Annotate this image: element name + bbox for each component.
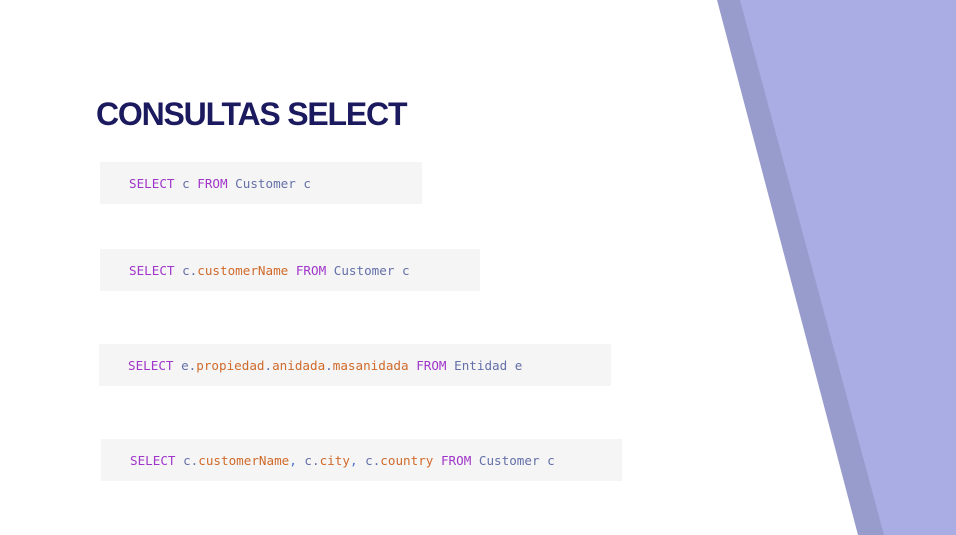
slide-title: CONSULTAS SELECT — [96, 96, 407, 132]
code-token-comma: , — [289, 452, 297, 468]
code-token-id — [409, 358, 417, 373]
code-token-kw: SELECT — [129, 175, 175, 191]
code-token-id: Customer c — [471, 452, 555, 468]
code-block-1: SELECT c FROM Customer c — [100, 162, 422, 204]
code-token-id — [288, 263, 296, 278]
code-token-kw: FROM — [416, 357, 447, 373]
code-token-id: c. — [296, 452, 320, 468]
code-block-4: SELECT c. customerName, c. city, c. country… — [101, 439, 622, 481]
code-token-id: c — [174, 175, 198, 191]
code-token-id: . — [264, 357, 273, 373]
code-token-id: Customer c — [326, 262, 410, 278]
code-token-prop: anidada — [272, 357, 326, 373]
code-token-id: c. — [175, 452, 199, 468]
code-token-id: Entidad e — [446, 357, 523, 373]
code-token-id: c. — [357, 452, 381, 468]
code-token-kw: SELECT — [129, 262, 175, 278]
code-token-id: c. — [174, 262, 198, 278]
code-token-prop: masanidada — [332, 357, 409, 373]
code-token-comma: , — [349, 452, 358, 468]
code-token-prop: propiedad — [196, 357, 265, 373]
code-token-id: e. — [173, 357, 197, 373]
code-token-prop: city — [319, 452, 350, 468]
code-token-kw: FROM — [197, 175, 228, 191]
code-token-kw: SELECT — [128, 357, 174, 373]
code-token-kw: FROM — [440, 452, 472, 468]
code-token-id: Customer c — [227, 175, 311, 191]
code-token-prop: country — [380, 452, 434, 468]
code-token-prop: customerName — [197, 262, 289, 278]
code-block-3: SELECT e. propiedad. anidada. masanidada FR… — [99, 344, 611, 386]
code-token-id — [433, 453, 441, 468]
code-token-kw: SELECT — [130, 452, 176, 468]
code-token-id: . — [325, 357, 333, 373]
code-token-kw: FROM — [295, 262, 327, 278]
code-block-2: SELECT c. customerName FROM Customer c — [100, 249, 480, 291]
code-token-prop: customerName — [198, 452, 290, 468]
